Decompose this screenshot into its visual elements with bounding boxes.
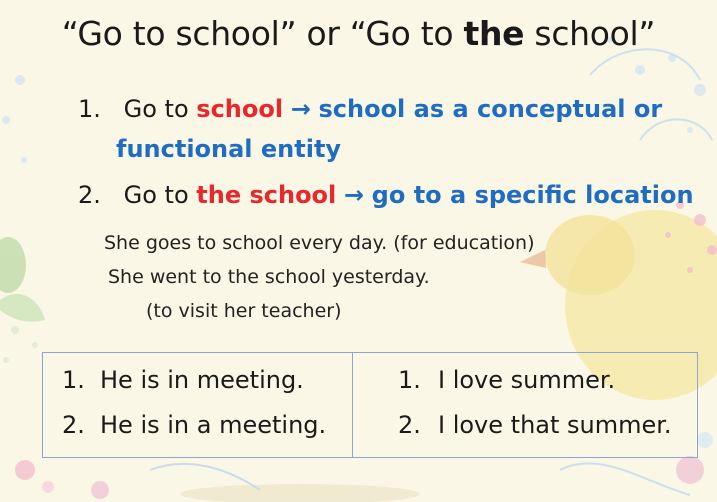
table-right-row-1: 1. I love summer. <box>398 366 615 394</box>
point-2-number: 2. <box>78 181 101 209</box>
table-right-row-2: 2. I love that summer. <box>398 411 672 439</box>
example-sentence-2-note: (to visit her teacher) <box>146 300 342 322</box>
point-1-meaning-line-2: functional entity <box>116 135 342 163</box>
point-2-meaning: go to a specific location <box>371 181 694 209</box>
title-part-1: “Go to school” or “Go to <box>61 14 464 53</box>
row-text: I love summer. <box>438 366 616 394</box>
title-part-2: school” <box>524 14 656 53</box>
row-text: He is in a meeting. <box>100 411 327 439</box>
example-sentence-1: She goes to school every day. (for educa… <box>104 232 535 254</box>
arrow-icon: → <box>343 181 365 209</box>
row-text: He is in meeting. <box>100 366 304 394</box>
point-2-prefix: Go to <box>123 181 197 209</box>
row-number: 2. <box>62 411 85 439</box>
table-divider <box>352 352 353 458</box>
row-number: 1. <box>398 366 421 394</box>
point-1-line-2: functional entity <box>116 130 341 168</box>
table-left-row-2: 2. He is in a meeting. <box>62 411 326 439</box>
point-1-line-1: 1. Go to school → school as a conceptual… <box>78 90 662 128</box>
row-text: I love that summer. <box>438 411 672 439</box>
row-number: 1. <box>62 366 85 394</box>
slide: “Go to school” or “Go to the school” 1. … <box>0 0 717 502</box>
arrow-icon: → <box>290 95 311 123</box>
example-sentence-2: She went to the school yesterday. <box>108 266 430 288</box>
point-1-highlight: school <box>196 95 284 123</box>
row-number: 2. <box>398 411 421 439</box>
title-bold-word: the <box>463 14 525 53</box>
point-1-number: 1. <box>78 95 101 123</box>
table-left-row-1: 1. He is in meeting. <box>62 366 304 394</box>
point-1-meaning-line-1: school as a conceptual or <box>318 95 663 123</box>
point-2-highlight: the school <box>196 181 337 209</box>
point-1-prefix: Go to <box>123 95 197 123</box>
slide-title: “Go to school” or “Go to the school” <box>0 14 717 53</box>
point-2-line: 2. Go to the school → go to a specific l… <box>78 176 694 214</box>
